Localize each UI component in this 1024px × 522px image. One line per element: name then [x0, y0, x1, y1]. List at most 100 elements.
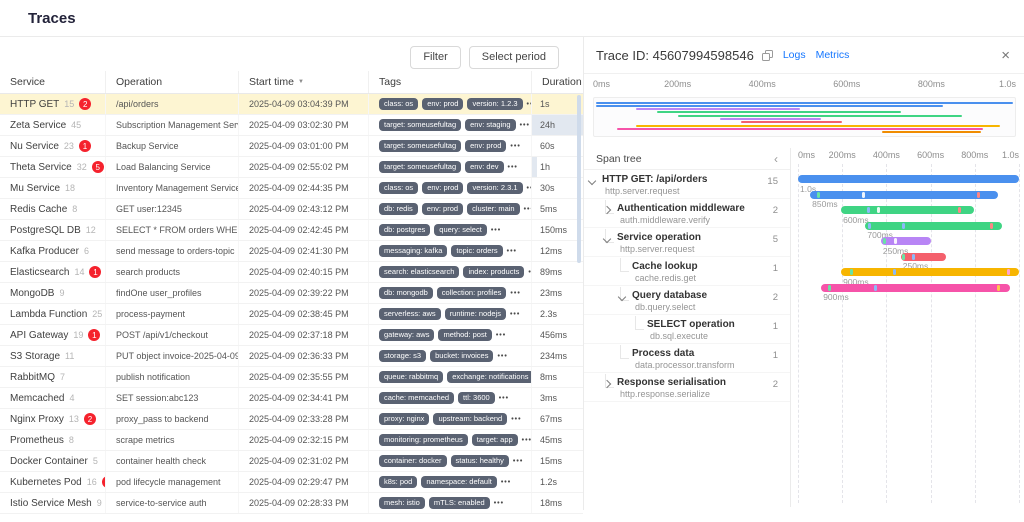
span-tree-node[interactable]: Response serialisationhttp.response.seri… — [584, 373, 790, 402]
more-tags-icon[interactable]: ••• — [507, 248, 517, 255]
metrics-link[interactable]: Metrics — [816, 49, 850, 61]
tree-connector-line — [620, 258, 629, 272]
more-tags-icon[interactable]: ••• — [491, 227, 501, 234]
tag-pill: monitoring: prometheus — [379, 434, 468, 446]
table-row[interactable]: Istio Service Mesh9service-to-service au… — [0, 493, 583, 514]
more-tags-icon[interactable]: ••• — [499, 395, 509, 402]
more-tags-icon[interactable]: ••• — [510, 143, 520, 150]
table-row[interactable]: Lambda Function253process-payment2025-04… — [0, 304, 583, 325]
service-name: HTTP GET — [10, 99, 59, 110]
select-period-button[interactable]: Select period — [469, 46, 559, 69]
span-tree-node[interactable]: Process datadata.processor.transform1 — [584, 344, 790, 373]
more-tags-icon[interactable]: ••• — [520, 122, 530, 129]
span-tree-node[interactable]: HTTP GET: /api/ordershttp.server.request… — [584, 170, 790, 199]
gantt-span-bar[interactable] — [810, 191, 998, 199]
tag-pill: mTLS: enabled — [429, 497, 490, 509]
gantt-span-bar[interactable] — [841, 268, 1019, 276]
duration-cell: 5ms — [531, 199, 583, 219]
span-event-marker — [1007, 269, 1010, 275]
duration-value: 2.3s — [540, 309, 557, 319]
table-row[interactable]: RabbitMQ7publish notification2025-04-09 … — [0, 367, 583, 388]
collapse-panel-icon[interactable]: ‹ — [774, 152, 778, 166]
tree-connector-line — [620, 345, 629, 359]
more-tags-icon[interactable]: ••• — [508, 164, 518, 171]
start-time-cell: 2025-04-09 02:44:35 PM — [238, 178, 368, 198]
service-cell: Lambda Function253 — [0, 304, 105, 324]
more-tags-icon[interactable]: ••• — [510, 290, 520, 297]
table-scrollbar-thumb[interactable] — [577, 95, 581, 263]
copy-icon[interactable] — [762, 50, 773, 61]
gantt-span-bar[interactable] — [881, 237, 931, 245]
tags-cell: monitoring: prometheustarget: app••• — [368, 430, 531, 450]
operation-cell: SELECT * FROM orders WHERE status = ? — [105, 220, 238, 240]
tags-cell: messaging: kafkatopic: orders••• — [368, 241, 531, 261]
more-tags-icon[interactable]: ••• — [496, 332, 506, 339]
table-row[interactable]: Nu Service231Backup Service2025-04-09 03… — [0, 136, 583, 157]
table-row[interactable]: Kafka Producer6send message to orders-to… — [0, 241, 583, 262]
span-tree-node[interactable]: Authentication middlewareauth.middleware… — [584, 199, 790, 228]
more-tags-icon[interactable]: ••• — [497, 353, 507, 360]
span-tree-node[interactable]: Query databasedb.query.select2 — [584, 286, 790, 315]
table-row[interactable]: Elasticsearch141search products2025-04-0… — [0, 262, 583, 283]
span-tree-node[interactable]: SELECT operationdb.sql.execute1 — [584, 315, 790, 344]
tag-pill: env: staging — [465, 119, 515, 131]
gantt-span-bar[interactable] — [901, 253, 946, 261]
table-row[interactable]: Theta Service325Load Balancing Service20… — [0, 157, 583, 178]
gantt-gridline — [886, 164, 887, 503]
more-tags-icon[interactable]: ••• — [510, 311, 520, 318]
service-name: Nginx Proxy — [10, 414, 64, 425]
gantt-span-bar[interactable] — [798, 175, 1019, 183]
operation-cell: GET user:12345 — [105, 199, 238, 219]
service-count: 5 — [93, 456, 98, 466]
span-event-marker — [817, 192, 820, 198]
table-row[interactable]: Kubernetes Pod161pod lifecycle managemen… — [0, 472, 583, 493]
service-cell: S3 Storage11 — [0, 346, 105, 366]
filter-button[interactable]: Filter — [410, 46, 460, 69]
column-header-operation[interactable]: Operation — [105, 71, 238, 93]
table-row[interactable]: Nginx Proxy132proxy_pass to backend2025-… — [0, 409, 583, 430]
span-tree-node[interactable]: Cache lookupcache.redis.get1 — [584, 257, 790, 286]
close-icon[interactable]: × — [1001, 48, 1010, 63]
table-row[interactable]: Prometheus8scrape metrics2025-04-09 02:3… — [0, 430, 583, 451]
table-row[interactable]: API Gateway191POST /api/v1/checkout2025-… — [0, 325, 583, 346]
span-tree-node[interactable]: Service operationhttp.server.request5 — [584, 228, 790, 257]
minimap-span-line — [636, 108, 800, 110]
column-header-service[interactable]: Service — [0, 71, 105, 93]
service-name: Lambda Function — [10, 309, 87, 320]
more-tags-icon[interactable]: ••• — [494, 500, 504, 507]
table-row[interactable]: Docker Container5container health check2… — [0, 451, 583, 472]
table-row[interactable]: PostgreSQL DB12SELECT * FROM orders WHER… — [0, 220, 583, 241]
duration-cell: 15ms — [531, 451, 583, 471]
tag-pill: env: prod — [422, 203, 463, 215]
table-row[interactable]: Zeta Service45Subscription Management Se… — [0, 115, 583, 136]
table-row[interactable]: Mu Service18Inventory Management Service… — [0, 178, 583, 199]
table-row[interactable]: Redis Cache8GET user:123452025-04-09 02:… — [0, 199, 583, 220]
more-tags-icon[interactable]: ••• — [524, 206, 531, 213]
duration-value: 1s — [540, 99, 550, 109]
minimap-span-line — [636, 125, 1000, 127]
more-tags-icon[interactable]: ••• — [511, 416, 521, 423]
gantt-span-bar[interactable] — [865, 222, 1002, 230]
table-row[interactable]: Memcached4SET session:abc1232025-04-09 0… — [0, 388, 583, 409]
gantt-span-bar[interactable] — [841, 206, 974, 214]
start-time-cell: 2025-04-09 02:55:02 PM — [238, 157, 368, 177]
operation-cell: Load Balancing Service — [105, 157, 238, 177]
table-row[interactable]: HTTP GET152/api/orders2025-04-09 03:04:3… — [0, 94, 583, 115]
column-header-duration[interactable]: Duration — [531, 71, 583, 93]
more-tags-icon[interactable]: ••• — [522, 437, 531, 444]
more-tags-icon[interactable]: ••• — [501, 479, 511, 486]
tag-pill: ttl: 3600 — [458, 392, 495, 404]
gantt-span-bar[interactable] — [821, 284, 1010, 292]
tag-pill: db: redis — [379, 203, 418, 215]
column-header-tags[interactable]: Tags — [368, 71, 531, 93]
gantt-gridline — [1019, 164, 1020, 503]
column-header-start-time[interactable]: Start time▼ — [238, 71, 368, 93]
chevron-down-icon[interactable] — [588, 177, 596, 185]
table-row[interactable]: S3 Storage11PUT object invoice-2025-04-0… — [0, 346, 583, 367]
table-row[interactable]: MongoDB9findOne user_profiles2025-04-09 … — [0, 283, 583, 304]
duration-cell: 1s — [531, 94, 583, 114]
more-tags-icon[interactable]: ••• — [513, 458, 523, 465]
trace-minimap[interactable] — [593, 97, 1016, 137]
operation-cell: publish notification — [105, 367, 238, 387]
logs-link[interactable]: Logs — [783, 49, 806, 61]
